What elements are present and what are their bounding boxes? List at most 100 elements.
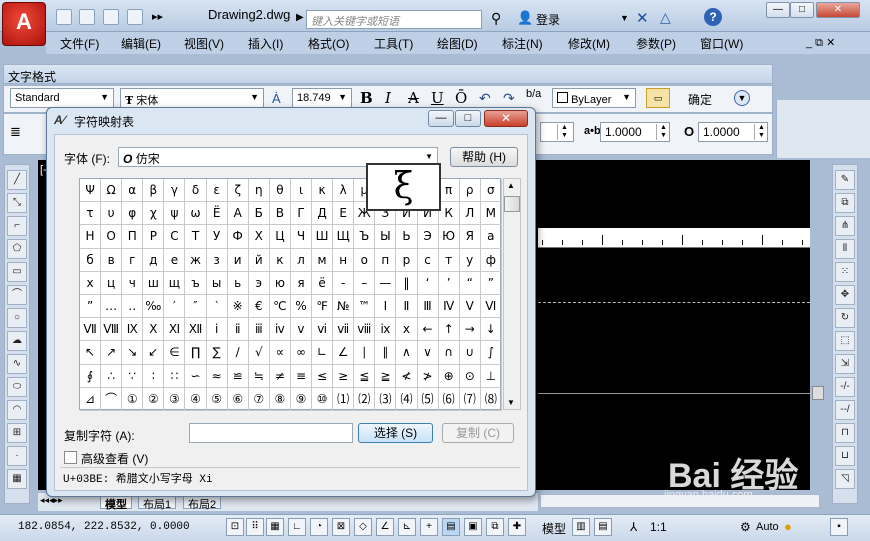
- character-cell[interactable]: ⑴: [333, 387, 355, 411]
- character-cell[interactable]: Д: [312, 202, 334, 226]
- character-cell[interactable]: ζ: [227, 179, 249, 203]
- character-cell[interactable]: х: [80, 271, 102, 295]
- binoculars-icon[interactable]: ⚲: [491, 10, 501, 27]
- save-icon[interactable]: [103, 9, 119, 25]
- character-cell[interactable]: р: [396, 248, 418, 272]
- character-cell[interactable]: υ: [101, 202, 123, 226]
- menu-tools[interactable]: 工具(T): [374, 35, 413, 52]
- overline-button[interactable]: Ō: [455, 89, 467, 107]
- character-cell[interactable]: ∶: [143, 364, 165, 388]
- character-cell[interactable]: φ: [122, 202, 144, 226]
- options-icon[interactable]: ▼: [734, 90, 750, 106]
- quick-view-drawings-icon[interactable]: ▤: [594, 518, 612, 536]
- login-link[interactable]: 登录: [536, 11, 560, 28]
- character-cell[interactable]: ⊕: [438, 364, 460, 388]
- help-button[interactable]: 帮助 (H): [450, 147, 518, 167]
- open-icon[interactable]: [79, 9, 95, 25]
- menu-insert[interactable]: 插入(I): [248, 35, 283, 52]
- character-cell[interactable]: ≧: [375, 364, 397, 388]
- character-cell[interactable]: Ⅹ: [143, 318, 165, 342]
- character-cell[interactable]: ⑹: [438, 387, 460, 411]
- minimize-window-button[interactable]: —: [766, 2, 790, 18]
- character-cell[interactable]: Щ: [333, 225, 355, 249]
- stretch-icon[interactable]: ⇲: [835, 354, 855, 374]
- character-cell[interactable]: и: [227, 248, 249, 272]
- character-cell[interactable]: к: [269, 248, 291, 272]
- scroll-up-icon[interactable]: ▲: [507, 181, 515, 190]
- character-cell[interactable]: ⑩: [312, 387, 334, 411]
- character-cell[interactable]: Ч: [290, 225, 313, 249]
- otrack-icon[interactable]: ∠: [376, 518, 394, 536]
- character-cell[interactable]: ①: [122, 387, 144, 411]
- advanced-view-checkbox[interactable]: [64, 451, 77, 464]
- menu-view[interactable]: 视图(V): [184, 35, 224, 52]
- erase-icon[interactable]: ✎: [835, 170, 855, 190]
- bold-button[interactable]: B: [360, 89, 373, 107]
- snap-icon[interactable]: ⠿: [246, 518, 264, 536]
- login-dropdown-icon[interactable]: ▼: [620, 13, 629, 23]
- character-cell[interactable]: Л: [459, 202, 481, 226]
- character-cell[interactable]: П: [122, 225, 144, 249]
- selection-cycling-icon[interactable]: ✚: [508, 518, 526, 536]
- character-cell[interactable]: ⅶ: [333, 318, 355, 342]
- character-cell[interactable]: %: [290, 294, 313, 319]
- character-cell[interactable]: Ψ: [80, 179, 102, 203]
- character-cell[interactable]: ↙: [143, 341, 165, 365]
- autocad-logo-button[interactable]: A: [2, 2, 46, 46]
- menu-draw[interactable]: 绘图(D): [437, 35, 478, 52]
- join-icon[interactable]: ⊔: [835, 446, 855, 466]
- italic-button[interactable]: I: [385, 89, 391, 107]
- character-cell[interactable]: д: [143, 248, 165, 272]
- hatch-icon[interactable]: ▦: [7, 469, 27, 489]
- ok-button[interactable]: 确定: [688, 91, 712, 108]
- quick-view-layouts-icon[interactable]: ▥: [572, 518, 590, 536]
- character-cell[interactable]: Ⅷ: [101, 318, 123, 342]
- character-cell[interactable]: ⑻: [480, 387, 502, 411]
- menu-edit[interactable]: 编辑(E): [121, 35, 161, 52]
- copy-characters-field[interactable]: [189, 423, 353, 443]
- character-cell[interactable]: г: [122, 248, 144, 272]
- character-cell[interactable]: θ: [269, 179, 291, 203]
- paragraph-icon[interactable]: ≣: [10, 124, 21, 140]
- character-cell[interactable]: ε: [206, 179, 228, 203]
- tab-model[interactable]: 模型: [100, 495, 132, 511]
- character-cell[interactable]: Б: [248, 202, 270, 226]
- menu-file[interactable]: 文件(F): [60, 35, 99, 52]
- character-cell[interactable]: О: [101, 225, 123, 249]
- character-cell[interactable]: е: [164, 248, 186, 272]
- width-spinner[interactable]: ▲ ▼: [754, 124, 768, 140]
- character-cell[interactable]: €: [248, 294, 270, 319]
- character-cell[interactable]: ∪: [459, 341, 481, 365]
- tracking-spinner[interactable]: ▲ ▼: [656, 124, 670, 140]
- trim-icon[interactable]: -/-: [835, 377, 855, 397]
- character-cell[interactable]: ∟: [312, 341, 334, 365]
- color-select[interactable]: ByLayer ▼: [552, 88, 636, 108]
- ellipse-arc-icon[interactable]: ◠: [7, 400, 27, 420]
- character-cell[interactable]: ⊙: [459, 364, 481, 388]
- character-cell[interactable]: Р: [143, 225, 165, 249]
- character-cell[interactable]: ‵: [206, 294, 228, 319]
- menu-modify[interactable]: 修改(M): [568, 35, 610, 52]
- character-cell[interactable]: ъ: [185, 271, 207, 295]
- exchange-icon[interactable]: ✕: [636, 9, 649, 27]
- close-window-button[interactable]: ✕: [816, 2, 860, 18]
- construction-line-icon[interactable]: ⤡: [7, 193, 27, 213]
- character-cell[interactable]: Ы: [375, 225, 397, 249]
- character-cell[interactable]: ∷: [164, 364, 186, 388]
- character-cell[interactable]: ∏: [185, 341, 207, 365]
- dialog-maximize-button[interactable]: □: [455, 110, 481, 127]
- character-cell[interactable]: ∣: [354, 341, 376, 365]
- menu-window[interactable]: 窗口(W): [700, 35, 743, 52]
- character-cell[interactable]: ω: [185, 202, 207, 226]
- character-cell[interactable]: В: [269, 202, 291, 226]
- character-cell[interactable]: ≈: [206, 364, 228, 388]
- character-cell[interactable]: ⑧: [269, 387, 291, 411]
- character-cell[interactable]: ι: [290, 179, 313, 203]
- menu-dimension[interactable]: 标注(N): [502, 35, 543, 52]
- dyn-icon[interactable]: +: [420, 518, 438, 536]
- extend-icon[interactable]: --/: [835, 400, 855, 420]
- character-cell[interactable]: Ω: [101, 179, 123, 203]
- break-icon[interactable]: ⊓: [835, 423, 855, 443]
- lineweight-icon[interactable]: ▤: [442, 518, 460, 536]
- character-cell[interactable]: э: [248, 271, 270, 295]
